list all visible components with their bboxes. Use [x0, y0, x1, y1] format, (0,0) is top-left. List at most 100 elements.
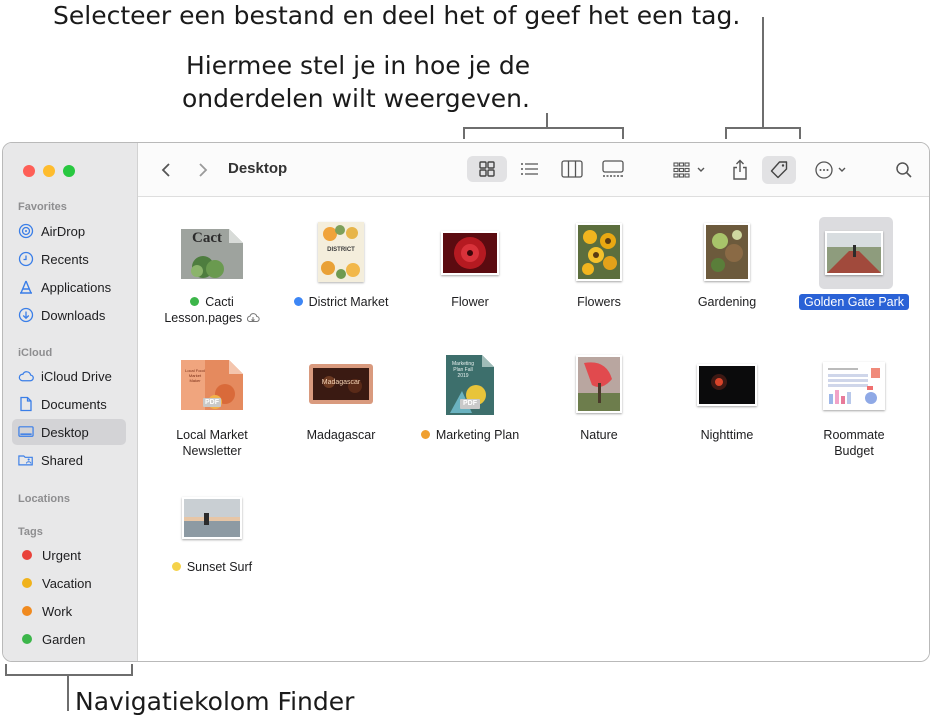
file-name: Sunset Surf [152, 559, 272, 575]
keynote-document-icon: Madagascar [309, 364, 373, 404]
tag-dot-icon [171, 562, 181, 571]
sidebar-item-label: Recents [41, 251, 89, 267]
callout-line [799, 127, 801, 139]
desktop-icon [18, 424, 34, 440]
view-list-button[interactable] [510, 156, 550, 182]
sidebar-item-desktop[interactable]: Desktop [12, 419, 126, 445]
view-gallery-button[interactable] [593, 156, 633, 182]
sidebar-item-label: iCloud Drive [41, 368, 112, 384]
file-item-roommate-budget[interactable]: Roommate Budget [794, 352, 914, 472]
window-title: Desktop [228, 160, 288, 177]
search-button[interactable] [891, 157, 917, 183]
tag-dot-icon [22, 634, 32, 644]
sidebar-item-label: Urgent [42, 547, 82, 563]
tag-dot-icon [293, 297, 303, 306]
sidebar-tag-work[interactable]: Work [12, 598, 126, 624]
sidebar-item-recents[interactable]: Recents [12, 246, 126, 272]
view-columns-button[interactable] [552, 156, 592, 182]
applications-icon [18, 279, 34, 295]
file-item-flowers[interactable]: Flowers [539, 217, 659, 337]
minimize-button[interactable] [43, 165, 55, 177]
sidebar-item-downloads[interactable]: Downloads [12, 302, 126, 328]
sidebar-item-icloud-drive[interactable]: iCloud Drive [12, 363, 126, 389]
view-icons-button[interactable] [467, 156, 507, 182]
callout-line [725, 127, 727, 139]
callout-sidebar: Navigatiekolom Finder [75, 687, 355, 716]
file-item-nighttime[interactable]: Nighttime [667, 352, 787, 472]
sidebar-item-label: Desktop [41, 424, 89, 440]
sidebar-tag-vacation[interactable]: Vacation [12, 570, 126, 596]
sidebar-item-applications[interactable]: Applications [12, 274, 126, 300]
airdrop-icon [18, 223, 34, 239]
thumb-title: Marketing Plan Fall 2019 [452, 361, 474, 379]
sidebar-item-label: Documents [41, 396, 107, 412]
file-name: District Market [266, 294, 416, 310]
list-view-icon [521, 163, 538, 175]
tag-dot-icon [22, 578, 32, 588]
download-icon [18, 307, 34, 323]
file-name: Newsletter [182, 444, 242, 458]
numbers-document-icon [823, 362, 885, 410]
toolbar: Desktop [138, 143, 929, 197]
document-thumbnail: DISTRICT [318, 222, 364, 282]
thumb-title: Cact [192, 230, 222, 246]
group-button[interactable] [670, 157, 712, 183]
group-icon [673, 162, 705, 178]
sidebar-item-label: Shared [41, 452, 83, 468]
sidebar-item-documents[interactable]: Documents [12, 391, 126, 417]
close-button[interactable] [23, 165, 35, 177]
locations-header: Locations [18, 493, 70, 505]
file-item-local-market-newsletter[interactable]: Local Food Market Maker PDF Local Market… [152, 352, 272, 472]
sidebar-tag-garden[interactable]: Garden [12, 626, 126, 652]
callout-line [5, 674, 133, 676]
file-item-cacti[interactable]: Cact Cacti Lesson.pages [152, 217, 272, 337]
file-name: Gardening [697, 295, 757, 309]
image-thumbnail [576, 223, 622, 281]
image-thumbnail [825, 231, 883, 275]
callout-line [546, 113, 548, 128]
file-item-golden-gate-park[interactable]: Golden Gate Park [794, 217, 914, 337]
sidebar-item-label: Downloads [41, 307, 106, 323]
file-item-gardening[interactable]: Gardening [667, 217, 787, 337]
icon-view-icon [479, 161, 495, 177]
zoom-button[interactable] [63, 165, 75, 177]
sidebar-item-shared[interactable]: Shared [12, 447, 126, 473]
file-name: Nature [580, 428, 618, 442]
pdf-document-icon: Local Food Market Maker PDF [181, 360, 243, 410]
thumb-title: DISTRICT [327, 247, 355, 253]
callout-line [463, 127, 465, 139]
callout-line [67, 675, 69, 711]
tags-header: Tags [18, 526, 43, 538]
image-thumbnail [182, 497, 242, 539]
pdf-badge: PDF [463, 400, 477, 407]
sidebar-item-label: Applications [41, 279, 112, 295]
share-button[interactable] [727, 156, 753, 184]
forward-button[interactable] [193, 159, 213, 181]
file-item-madagascar[interactable]: Madagascar Madagascar [281, 352, 401, 472]
pages-document-icon: Cact [181, 229, 243, 279]
file-name: Roommate [823, 428, 885, 442]
file-item-district-market[interactable]: DISTRICT District Market [281, 217, 401, 337]
sidebar-tag-urgent[interactable]: Urgent [12, 542, 126, 568]
callout-share-tag: Selecteer een bestand en deel het of gee… [53, 1, 741, 30]
file-item-marketing-plan[interactable]: Marketing Plan Fall 2019 PDF Marketing P… [410, 352, 530, 472]
chevron-left-icon [161, 163, 170, 177]
file-name: Budget [834, 444, 874, 458]
file-item-flower[interactable]: Flower [410, 217, 530, 337]
sidebar-item-label: AirDrop [41, 223, 86, 239]
file-name: Golden Gate Park [779, 294, 929, 310]
pdf-badge: PDF [205, 399, 219, 406]
file-item-nature[interactable]: Nature [539, 352, 659, 472]
window-controls [23, 165, 75, 177]
file-name: Lesson.pages [152, 310, 272, 326]
sidebar-item-airdrop[interactable]: AirDrop [12, 218, 126, 244]
back-button[interactable] [156, 159, 176, 181]
file-grid: Cact Cacti Lesson.pages DISTRICT Distric… [138, 197, 929, 661]
shared-folder-icon [18, 452, 34, 468]
file-item-sunset-surf[interactable]: Sunset Surf [152, 487, 272, 587]
cloud-icon [18, 368, 34, 384]
tag-button[interactable] [762, 156, 796, 184]
search-icon [896, 162, 912, 178]
tag-icon [770, 161, 788, 179]
action-menu-button[interactable] [810, 157, 854, 183]
